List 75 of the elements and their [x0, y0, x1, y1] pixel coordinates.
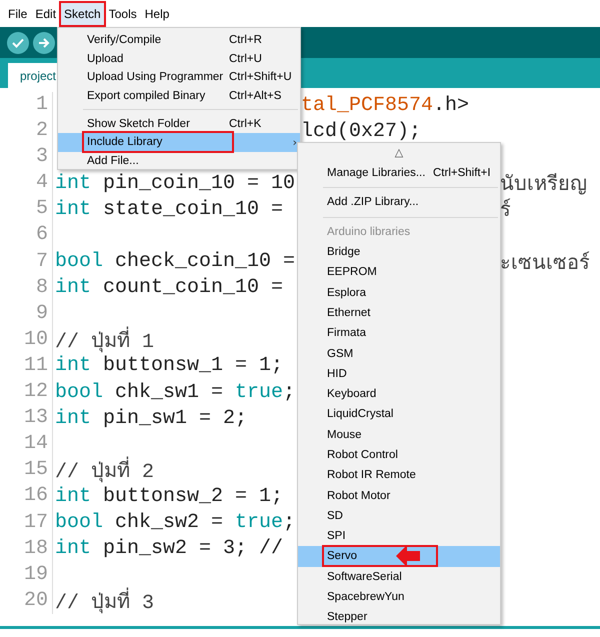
line-number: 15	[0, 457, 53, 484]
menu-item[interactable]: Add File...	[58, 152, 300, 170]
code-line: int pin_coin_10 = 10	[54, 172, 296, 195]
line-number: 13	[0, 405, 53, 432]
line-number: 19	[0, 562, 53, 588]
line-number: 7	[0, 248, 53, 275]
verify-button[interactable]	[7, 32, 29, 54]
menu-bar-item[interactable]: Edit	[32, 2, 60, 24]
menu-item[interactable]: Keyboard	[298, 384, 500, 404]
menu-item[interactable]: Manage Libraries... Ctrl+Shift+I	[298, 163, 500, 184]
code-fragment: นับเหรียญ	[500, 172, 587, 198]
menu-item[interactable]: Bridge	[298, 242, 500, 262]
line-number: 12	[0, 379, 53, 406]
menu-item[interactable]: Add .ZIP Library...	[298, 192, 500, 213]
code-line: bool check_coin_10 =	[54, 250, 296, 274]
menu-item[interactable]: Mouse	[298, 424, 500, 445]
code-line: int buttonsw_2 = 1;	[54, 484, 284, 508]
check-icon	[12, 38, 24, 48]
menu-item[interactable]: Robot Motor	[298, 485, 500, 506]
line-number: 1	[0, 92, 53, 118]
menu-item[interactable]: Stepper	[298, 607, 500, 628]
menu-bar-item[interactable]: File	[5, 2, 30, 24]
code-line: // ปุ่มที่ 1	[53, 324, 154, 356]
code-fragment: ร์	[500, 198, 511, 226]
line-number: 10	[0, 326, 53, 353]
code-line: int buttonsw_1 = 1;	[54, 354, 284, 378]
menu-item[interactable]: EEPROM	[298, 262, 500, 282]
code-line: // ปุ่มที่ 3	[53, 584, 154, 617]
code-line: bool chk_sw1 = true;	[54, 380, 296, 404]
menu-item[interactable]: Robot Control	[298, 444, 500, 466]
code-line: bool chk_sw2 = true;	[54, 511, 296, 534]
menu-bar-item[interactable]: Help	[142, 2, 172, 24]
line-number: 9	[0, 300, 53, 327]
code-line: int pin_sw1 = 2;	[54, 406, 248, 430]
menu-item[interactable]: Show Sketch Folder Ctrl+K	[58, 114, 300, 133]
code-line: int state_coin_10 =	[54, 198, 284, 221]
line-number: 5	[0, 196, 53, 222]
menu-item[interactable]: SoftwareSerial	[298, 566, 500, 587]
menu-item[interactable]: Export compiled Binary Ctrl+Alt+S	[58, 86, 300, 106]
menu-item[interactable]: SD	[298, 506, 500, 526]
menu-item[interactable]: Include Library ›	[58, 132, 300, 152]
line-number: 6	[0, 222, 53, 249]
code-fragment: lcd(0x27);	[301, 120, 422, 143]
line-number: 14	[0, 431, 53, 458]
code-line: int count_coin_10 =	[54, 276, 284, 300]
line-number: 8	[0, 274, 53, 301]
menu-item[interactable]: GSM	[298, 343, 500, 364]
menu-item[interactable]: LiquidCrystal	[298, 404, 500, 425]
menu-bar-item[interactable]: Sketch	[61, 2, 104, 24]
menu-item[interactable]: SpacebrewYun	[298, 586, 500, 608]
line-number: 18	[0, 536, 53, 562]
code-fragment: ะเซนเซอร์	[500, 250, 590, 278]
code-fragment: tal_PCF8574.h>	[301, 94, 470, 117]
submenu-chevron-icon: ›	[292, 136, 297, 149]
menu-item[interactable]: Firmata	[298, 323, 500, 344]
menu-section-header: Arduino libraries	[326, 224, 412, 240]
menu-bar-item[interactable]: Tools	[106, 2, 140, 24]
line-number: 16	[0, 483, 53, 510]
menu-item[interactable]: Esplora	[298, 282, 500, 303]
line-number: 11	[0, 352, 53, 380]
code-line: // ปุ่มที่ 2	[53, 454, 154, 486]
upload-button[interactable]	[33, 32, 55, 54]
line-number: 20	[0, 588, 53, 614]
line-number: 3	[0, 144, 53, 170]
menu-item[interactable]: Robot IR Remote	[298, 465, 500, 486]
line-number: 4	[0, 170, 53, 196]
menu-item[interactable]: SPI	[298, 526, 500, 546]
right-arrow-icon	[38, 38, 50, 48]
menu-item[interactable]: Servo	[298, 546, 500, 567]
menu-item[interactable]: HID	[298, 364, 500, 384]
code-line: int pin_sw2 = 3; //	[54, 537, 284, 560]
scroll-up-icon[interactable]: △	[298, 146, 500, 163]
menu-item[interactable]: Ethernet	[298, 302, 500, 324]
line-number: 2	[0, 118, 53, 144]
line-number: 17	[0, 510, 53, 536]
